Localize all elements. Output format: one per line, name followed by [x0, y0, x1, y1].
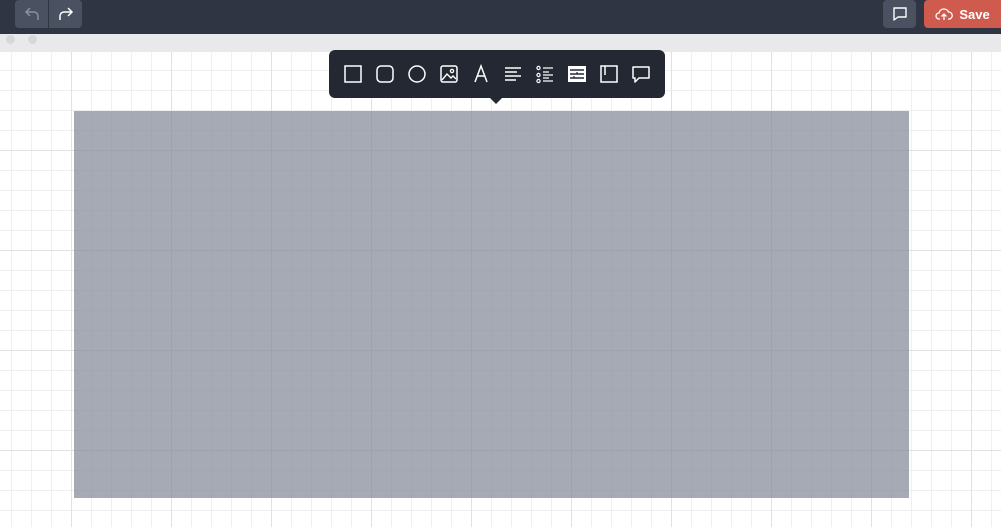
paragraph-tool[interactable] [501, 62, 525, 86]
undo-button[interactable] [15, 0, 48, 28]
rounded-rectangle-tool[interactable] [373, 62, 397, 86]
rectangle-tool[interactable] [341, 62, 365, 86]
table-tool[interactable] [565, 62, 589, 86]
list-tool[interactable] [533, 62, 557, 86]
image-tool[interactable] [437, 62, 461, 86]
window-dot [28, 35, 37, 44]
circle-tool[interactable] [405, 62, 429, 86]
text-tool[interactable] [469, 62, 493, 86]
text-icon [474, 63, 488, 83]
panel-tool[interactable] [597, 62, 621, 86]
list-icon [536, 65, 553, 84]
window-dot [6, 35, 15, 44]
selected-rectangle-shape[interactable] [74, 111, 909, 498]
comments-button[interactable] [883, 0, 916, 28]
circle-icon [408, 65, 426, 83]
comment-bubble-tool[interactable] [629, 62, 653, 86]
rectangle-icon [344, 65, 362, 83]
undo-arrow-icon [24, 7, 39, 20]
comment-icon [892, 7, 907, 21]
rounded-rectangle-icon [376, 65, 394, 83]
redo-arrow-icon [58, 7, 73, 20]
save-button[interactable]: Save [924, 0, 1001, 28]
cloud-upload-icon [935, 8, 954, 20]
image-icon [440, 65, 458, 83]
panel-icon [600, 65, 618, 83]
top-bar: Save [0, 0, 1001, 34]
speech-bubble-icon [632, 66, 650, 83]
align-left-icon [505, 67, 521, 81]
redo-button[interactable] [49, 0, 82, 28]
table-icon [568, 66, 586, 82]
shape-toolbar [329, 50, 665, 104]
save-label: Save [959, 6, 990, 22]
